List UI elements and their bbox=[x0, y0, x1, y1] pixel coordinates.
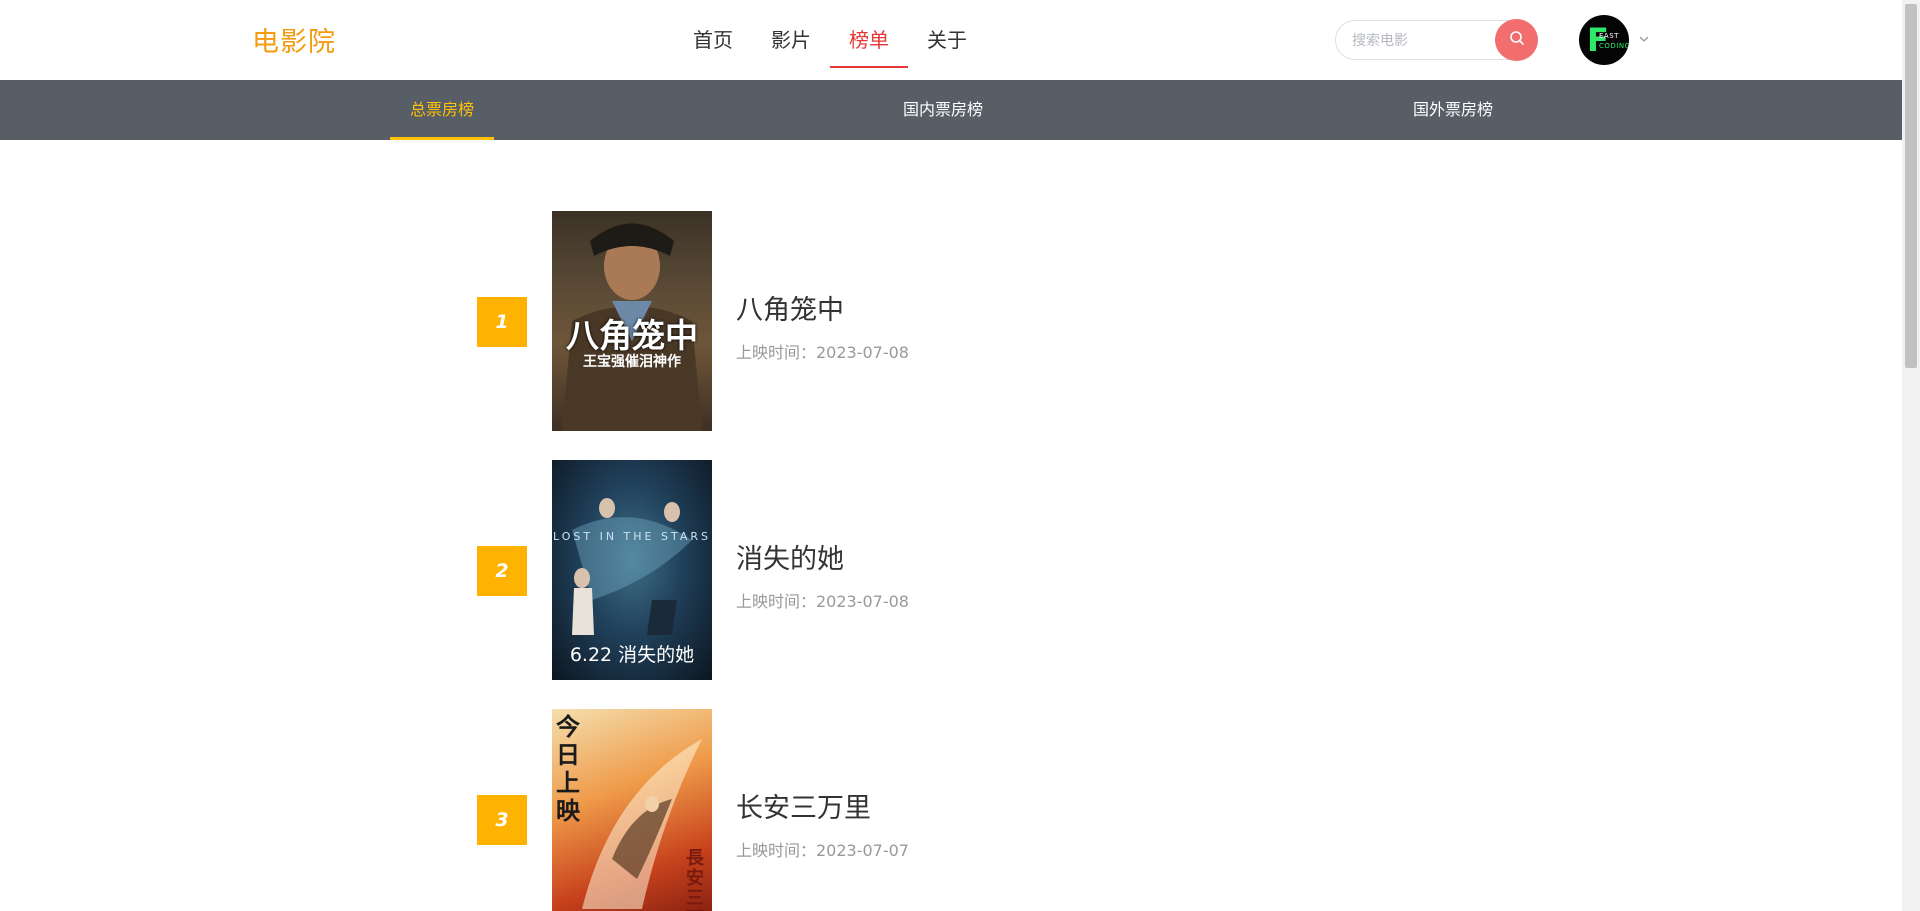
site-logo[interactable]: 电影院 bbox=[252, 20, 336, 59]
poster-subtitle-text: LOST IN THE STARS bbox=[553, 530, 711, 543]
movie-title[interactable]: 消失的她 bbox=[736, 537, 844, 576]
search-icon bbox=[1509, 30, 1525, 50]
movie-poster[interactable]: LOST IN THE STARS 6.22 消失的她 bbox=[552, 460, 712, 680]
scrollbar-thumb[interactable] bbox=[1905, 4, 1917, 368]
poster-subtitle-text: 王宝强催泪神作 bbox=[583, 354, 681, 370]
nav-item-home[interactable]: 首页 bbox=[674, 0, 752, 80]
movie-title[interactable]: 八角笼中 bbox=[736, 288, 844, 327]
list-item: 2 LOST IN THE STARS 6.22 消失的她 消失的她 上映时间：… bbox=[0, 460, 1902, 680]
tab-total-box-office[interactable]: 总票房榜 bbox=[390, 80, 494, 140]
list-item: 1 八角笼中 王宝强催泪神作 八角笼中 上映时间：2023-07-08 bbox=[0, 211, 1902, 431]
nav-item-movies[interactable]: 影片 bbox=[752, 0, 830, 80]
movie-poster[interactable]: 八角笼中 王宝强催泪神作 bbox=[552, 211, 712, 431]
release-date: 上映时间：2023-07-07 bbox=[736, 841, 909, 860]
poster-subtitle-text: 長安三万里 bbox=[686, 848, 704, 911]
rank-badge: 3 bbox=[477, 795, 527, 845]
release-date: 上映时间：2023-07-08 bbox=[736, 592, 909, 611]
nav-item-about[interactable]: 关于 bbox=[908, 0, 986, 80]
tab-domestic-box-office[interactable]: 国内票房榜 bbox=[890, 80, 996, 140]
search-button[interactable] bbox=[1495, 19, 1538, 61]
poster-title-text: 6.22 消失的她 bbox=[569, 644, 695, 666]
rank-badge: 1 bbox=[477, 297, 527, 347]
poster-title-text: 八角笼中 bbox=[566, 316, 698, 355]
search-input[interactable] bbox=[1352, 30, 1482, 52]
avatar-text-east: EAST bbox=[1599, 32, 1619, 40]
main-nav: 首页 影片 榜单 关于 bbox=[674, 0, 986, 80]
movie-poster[interactable]: 今日上映 長安三万里 bbox=[552, 709, 712, 911]
poster-title-text: 今日上映 bbox=[556, 713, 580, 825]
release-date: 上映时间：2023-07-08 bbox=[736, 343, 909, 362]
nav-item-rankings[interactable]: 榜单 bbox=[830, 0, 908, 80]
chevron-down-icon[interactable] bbox=[1637, 31, 1651, 45]
rank-badge: 2 bbox=[477, 546, 527, 596]
movie-title[interactable]: 长安三万里 bbox=[736, 786, 871, 825]
vertical-scrollbar[interactable] bbox=[1902, 0, 1920, 911]
user-avatar[interactable]: F EAST CODING bbox=[1579, 15, 1629, 65]
tab-overseas-box-office[interactable]: 国外票房榜 bbox=[1400, 80, 1506, 140]
ranking-tabs-bar: 总票房榜 国内票房榜 国外票房榜 bbox=[0, 80, 1902, 140]
top-header: 电影院 首页 影片 榜单 关于 F EAST CODING bbox=[0, 0, 1902, 80]
avatar-text-coding: CODING bbox=[1599, 42, 1629, 50]
avatar-letter: F bbox=[1587, 21, 1609, 59]
list-item: 3 今日上映 長安三万里 长安三万里 上映时间：2023-07-07 bbox=[0, 709, 1902, 911]
